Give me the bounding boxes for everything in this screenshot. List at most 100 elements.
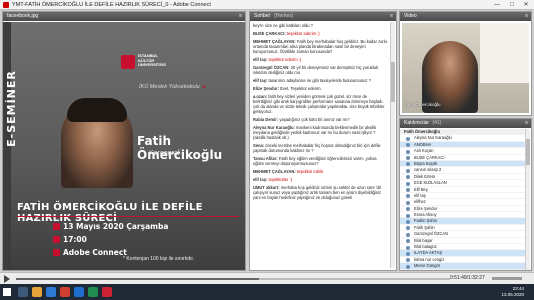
chat-sender: elif taş:: [253, 177, 268, 182]
participant-icon: [406, 175, 410, 180]
playback-seek-bar[interactable]: [16, 278, 450, 280]
chat-pod-header: Sohbet (Herkes) ≡: [250, 12, 396, 21]
video-pod: Video ≡ Fatih Ömercikoğlu: [399, 11, 532, 116]
chat-sender: BUSE ÇARKACI:: [253, 31, 286, 36]
adobe-connect-task-icon[interactable]: [102, 287, 112, 297]
chat-message: Rabia Demir: yaşadığınız çok kötü bir an…: [253, 117, 387, 122]
participant-icon: [406, 264, 410, 269]
chat-message: a.ozan: fatih bey sizleri yeniden görmek…: [253, 94, 387, 114]
attendee-name: Esma Aksoy: [414, 212, 437, 218]
chat-message: Sena: önceki tecrübe merhabalar hiç hoşn…: [253, 143, 387, 153]
participant-icon: [406, 188, 410, 193]
chat-message: elif taş: teşekkürler :): [253, 177, 387, 182]
attendee-name: hilal başar: [414, 237, 433, 243]
speaker-name: Fatih Ömercikoğlu: [137, 134, 223, 162]
attendee-list[interactable]: Fatih Ömercikoğlu Aleyna Nur Karaoğlu ANOB…: [400, 129, 526, 270]
arrow-icon: ►: [201, 84, 207, 90]
chat-messages[interactable]: bey'in size ne gibi katkıları oldu ? BUSE…: [250, 22, 390, 268]
chat-message: BUSE ÇARKACI: teşekkür ederim :): [253, 31, 387, 36]
participant-icon: [406, 232, 410, 237]
pod-menu-icon[interactable]: ≡: [525, 12, 528, 21]
participant-icon: [406, 245, 410, 250]
attendee-row[interactable]: Merve Güngör: [400, 263, 526, 270]
shared-slide: E-SEMİNER İSTANBUL KÜLTÜR ÜNİVERSİTESİ İ…: [3, 22, 245, 270]
chat-sender: MEHMET ÇAĞLAYAN:: [253, 169, 296, 174]
chat-text: fatih bey sizleri yeniden görmek çok güz…: [253, 94, 385, 114]
excel-icon[interactable]: [88, 287, 98, 297]
chat-text: bey'in size ne gibi katkıları oldu ?: [253, 23, 313, 28]
maximize-button[interactable]: □: [505, 0, 519, 10]
pod-menu-icon[interactable]: ≡: [390, 12, 393, 21]
event-time-text: 17:00: [63, 235, 87, 244]
attendee-name: kübra nur cengiz: [414, 256, 445, 262]
clock-icon: [53, 236, 60, 243]
attendee-name: ECE KIZILASLAN: [414, 180, 447, 186]
participant-icon: [406, 207, 410, 212]
webcam-feed[interactable]: Fatih Ömercikoğlu: [402, 23, 529, 113]
participant-icon: [406, 200, 410, 205]
close-button[interactable]: ✕: [519, 0, 533, 10]
attendee-name: elif taş: [414, 192, 426, 198]
participant-icon: [406, 258, 410, 263]
video-title: Video: [404, 13, 417, 19]
attendees-pod-header: Katılımcılar (41) ≡: [400, 119, 531, 128]
chat-message: Aleyna Nur Karaoğlu: mankeni kadrosunda …: [253, 125, 387, 140]
attendee-name: Aleyna Nur Karaoğlu: [414, 135, 452, 141]
windows-start-icon[interactable]: [3, 288, 11, 296]
participant-icon: [406, 136, 410, 141]
calendar-icon: [53, 223, 60, 230]
attendee-name: ANOBHA: [414, 141, 432, 147]
participant-icon: [406, 213, 410, 218]
chat-text: teşekkür ederim :): [268, 57, 302, 62]
attendees-count: (41): [432, 120, 442, 126]
chat-scroll-thumb[interactable]: [391, 62, 395, 102]
chat-message: Tansu Afilar: Fatih bey eğitim verdiğini…: [253, 156, 387, 166]
attendee-name: Gamzegül ÖZCAN: [414, 231, 449, 237]
playback-time: 0:51:49/1:32:27: [450, 275, 485, 281]
chat-message: UMUT akkurt: merhaba hoş geldiniz sizini…: [253, 185, 387, 200]
participant-icon: [406, 143, 410, 148]
file-explorer-icon[interactable]: [32, 287, 42, 297]
chat-message: MEHMET ÇAĞLAYAN: Fatih bey merhabalar ho…: [253, 39, 387, 54]
share-file-name: faceebook.jpg: [7, 13, 39, 19]
chat-sender: elif taş:: [253, 57, 268, 62]
participant-icon: [406, 181, 410, 186]
chat-audience[interactable]: (Herkes): [274, 13, 293, 19]
participant-icon: [406, 162, 410, 167]
attendee-name: cansın sılasp 2: [414, 167, 442, 173]
chrome-icon[interactable]: [60, 287, 70, 297]
webcam-caption: Fatih Ömercikoğlu: [404, 102, 441, 107]
attendee-name: elifhez: [414, 199, 426, 205]
event-date-text: 13 Mayıs 2020 Çarşamba: [63, 222, 169, 231]
pod-menu-icon[interactable]: ≡: [239, 12, 242, 21]
attendee-name: hilal balagüz: [414, 244, 437, 250]
logo-line-3: ÜNİVERSİTESİ: [138, 62, 166, 67]
attendee-scroll-thumb[interactable]: [526, 139, 530, 165]
chat-title: Sohbet: [254, 13, 270, 19]
share-pod: faceebook.jpg ≡ E-SEMİNER İSTANBUL KÜLTÜ…: [2, 11, 246, 271]
play-icon[interactable]: [4, 275, 10, 283]
pod-menu-icon[interactable]: ≡: [525, 119, 528, 128]
taskbar-clock: 23:44 13.05.2020: [501, 286, 524, 297]
attendee-name: Fadim Şahin: [414, 218, 437, 224]
chat-sender: Elize Şendur:: [253, 86, 279, 91]
volume-slider[interactable]: [492, 277, 522, 280]
attendees-pod: Katılımcılar (41) ≡ Fatih Ömercikoğlu Ale…: [399, 118, 532, 271]
attendee-name: Dilek Ertem: [414, 173, 436, 179]
adobe-connect-window: YMT-FATİH ÖMERCİKOĞLU İLE DEFİLE HAZIRLI…: [0, 0, 534, 300]
video-pod-header: Video ≡: [400, 12, 531, 21]
chat-text: teşekkür ederim :): [286, 31, 320, 36]
chat-text: tasarımcı adaylarına ne gibi tavsiyelerd…: [268, 78, 371, 83]
adobe-connect-app-icon: [3, 2, 9, 8]
attendee-scrollbar[interactable]: [525, 129, 530, 270]
speaker-role: Koreograf: [149, 150, 180, 157]
minimize-button[interactable]: —: [490, 0, 504, 10]
search-icon[interactable]: [18, 287, 28, 297]
word-icon[interactable]: [74, 287, 84, 297]
edge-icon[interactable]: [46, 287, 56, 297]
chat-scrollbar[interactable]: [390, 22, 395, 268]
capacity-note: * Kontenjan 100 kişi ile sınırlıdır.: [123, 256, 195, 262]
attendee-name: ILAYDA AKTAŞ: [414, 250, 443, 256]
chat-message: MEHMET ÇAĞLAYAN: teşekkür edirik: [253, 169, 387, 174]
chat-text: önceki tecrübe merhabalar hiç hoşnut olm…: [253, 143, 381, 153]
